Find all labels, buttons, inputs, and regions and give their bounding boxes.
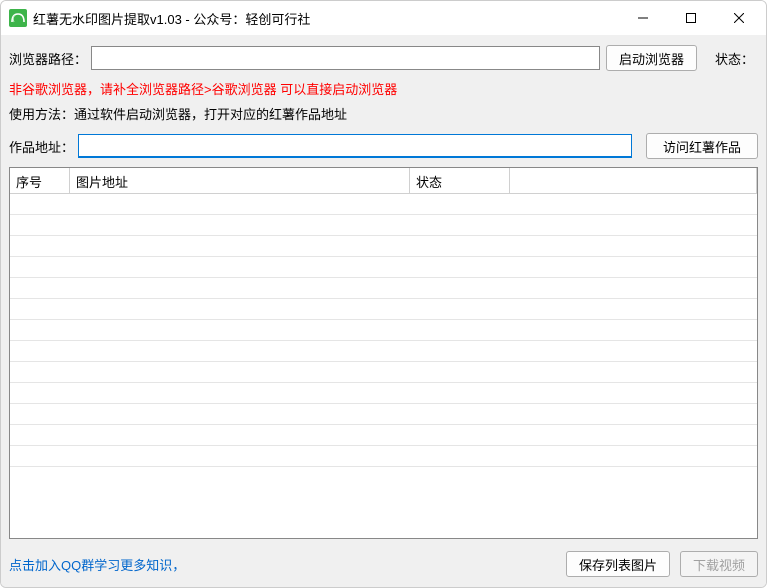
work-addr-input[interactable] bbox=[78, 134, 632, 158]
close-button[interactable] bbox=[716, 3, 762, 33]
table-row[interactable] bbox=[10, 425, 757, 446]
app-icon bbox=[9, 9, 27, 27]
work-addr-label: 作品地址： bbox=[9, 137, 74, 156]
table-row[interactable] bbox=[10, 236, 757, 257]
client-area: 浏览器路径： 启动浏览器 状态： 非谷歌浏览器，请补全浏览器路径>谷歌浏览器 可… bbox=[1, 35, 766, 587]
browser-path-label: 浏览器路径： bbox=[9, 49, 87, 68]
table-row[interactable] bbox=[10, 446, 757, 467]
table-row[interactable] bbox=[10, 362, 757, 383]
col-url[interactable]: 图片地址 bbox=[70, 168, 410, 193]
col-rest bbox=[510, 168, 757, 193]
browser-path-input[interactable] bbox=[91, 46, 600, 70]
titlebar: 红薯无水印图片提取v1.03 - 公众号：轻创可行社 bbox=[1, 1, 766, 35]
table-row[interactable] bbox=[10, 383, 757, 404]
status-label: 状态： bbox=[715, 49, 754, 68]
table-row[interactable] bbox=[10, 194, 757, 215]
qq-group-link[interactable]: 点击加入QQ群学习更多知识， bbox=[9, 555, 185, 574]
result-table[interactable]: 序号 图片地址 状态 bbox=[9, 167, 758, 539]
table-row[interactable] bbox=[10, 278, 757, 299]
col-seq[interactable]: 序号 bbox=[10, 168, 70, 193]
maximize-button[interactable] bbox=[668, 3, 714, 33]
window-controls bbox=[620, 3, 762, 33]
work-addr-row: 作品地址： 访问红薯作品 bbox=[9, 133, 758, 159]
footer: 点击加入QQ群学习更多知识， 保存列表图片 下载视频 bbox=[9, 549, 758, 579]
table-row[interactable] bbox=[10, 404, 757, 425]
hint-red: 非谷歌浏览器，请补全浏览器路径>谷歌浏览器 可以直接启动浏览器 bbox=[9, 79, 758, 98]
save-list-button[interactable]: 保存列表图片 bbox=[566, 551, 670, 577]
table-row[interactable] bbox=[10, 257, 757, 278]
table-header: 序号 图片地址 状态 bbox=[10, 168, 757, 194]
visit-work-button[interactable]: 访问红薯作品 bbox=[646, 133, 758, 159]
minimize-button[interactable] bbox=[620, 3, 666, 33]
table-row[interactable] bbox=[10, 320, 757, 341]
app-window: 红薯无水印图片提取v1.03 - 公众号：轻创可行社 浏览器路径： 启动浏览器 … bbox=[0, 0, 767, 588]
col-status[interactable]: 状态 bbox=[410, 168, 510, 193]
window-title: 红薯无水印图片提取v1.03 - 公众号：轻创可行社 bbox=[33, 9, 620, 28]
download-video-button[interactable]: 下载视频 bbox=[680, 551, 758, 577]
hint-usage: 使用方法：通过软件启动浏览器，打开对应的红薯作品地址 bbox=[9, 104, 758, 123]
browser-path-row: 浏览器路径： 启动浏览器 状态： bbox=[9, 45, 758, 71]
table-row[interactable] bbox=[10, 215, 757, 236]
table-body[interactable] bbox=[10, 194, 757, 538]
start-browser-button[interactable]: 启动浏览器 bbox=[606, 45, 697, 71]
table-row[interactable] bbox=[10, 299, 757, 320]
table-row[interactable] bbox=[10, 341, 757, 362]
